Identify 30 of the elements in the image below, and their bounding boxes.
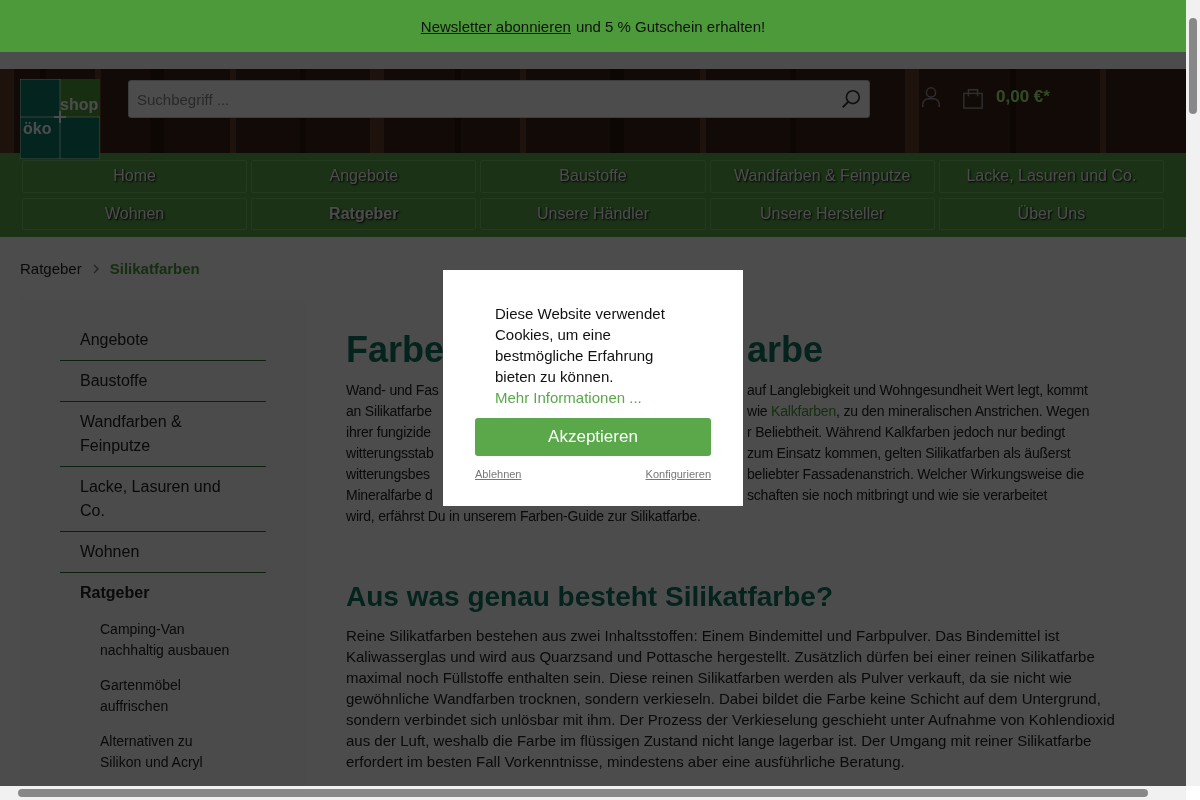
section-heading: Aus was genau besteht Silikatfarbe? [346, 580, 835, 614]
vertical-scrollbar[interactable] [1186, 0, 1200, 786]
cart-total[interactable]: 0,00 €* [996, 87, 1050, 107]
banner-text: und 5 % Gutschein erhalten! [575, 17, 766, 35]
paragraph-text: beliebter Fassadenanstrich. Welcher Wirkungsweise die [747, 466, 1084, 482]
paragraph-text: schaften sie noch mitbringt und wie sie verarbeitet [747, 487, 1048, 503]
article-title: Farbe [346, 329, 445, 370]
paragraph-text: zum Einsatz kommen, gelten Silikatfarben als äußerst [747, 445, 1071, 461]
breadcrumb-link[interactable]: Ratgeber [20, 260, 82, 277]
paragraph-text: an Silikatfarbe [346, 403, 432, 419]
paragraph-text: witterungsstab [346, 445, 434, 461]
cookie-message: Diese Website verwendet Cookies, um eine bestmögliche Erfahrung bieten zu können. [495, 304, 666, 387]
accept-button[interactable]: Akzeptieren [475, 418, 711, 456]
paragraph-text: witterungsbes [346, 466, 430, 482]
paragraph-text: , zu den mineralischen Anstrichen. Wegen [836, 403, 1090, 419]
decline-link[interactable]: Ablehnen [475, 468, 522, 480]
paragraph-text: r Beliebtheit. Während Kalkfarben jedoch nur bedingt [747, 424, 1066, 440]
breadcrumb-link[interactable]: Silikatfarben [109, 260, 200, 277]
configure-link[interactable]: Konfigurieren [645, 468, 711, 480]
paragraph-text: wie [747, 403, 769, 419]
article-title: arbe [747, 329, 824, 370]
paragraph-text: Mineralfarbe d [346, 487, 433, 503]
paragraph-text: Wand- und Fas [346, 382, 439, 398]
paragraph-text: ihrer fungizide [346, 424, 431, 440]
paragraph: Reine Silikatfarben bestehen aus zwei Inhaltsstoffen: Einem Bindemittel und Farbpulver. Das Bindemittel ist Kaliwasserglas und wird aus Quarzsand und Pottasche hergestellt. Zusätzlich dürfen bei einer reinen Silikatfarbe maximal noch Füllstoffe enthalten sein. Diese reinen Silikatfarben werden als Pulver verkauft, da sie nicht wie gewöhnliche Wandfarben trocknen, sondern verkieseln. Dabei bildet die Farbe keine Schicht auf dem Untergrund, sondern verbindet sich unlösbar mit ihm. Der Prozess der Verkieselung geschieht unter Aufnahme von Kohlendioxid aus der Luft, weshalb die Farbe im flüssigen Zustand nicht lange lagerbar ist. Der Umgang mit reiner Silikatfarbe erfordert im besten Fall Vorkenntnisse, mindestens aber eine ausführliche Beratung. [346, 626, 1116, 772]
horizontal-scrollbar[interactable] [0, 786, 1186, 800]
paragraph-text: wird, erfährst Du in unserem Farben-Guide zur Silikatfarbe. [346, 507, 702, 526]
more-info-link[interactable]: Mehr Informationen ... [495, 387, 711, 408]
paragraph-text: auf Langlebigkeit und Wohngesundheit Wert legt, kommt [747, 382, 1088, 398]
newsletter-link[interactable]: Newsletter abonnieren [420, 17, 571, 35]
